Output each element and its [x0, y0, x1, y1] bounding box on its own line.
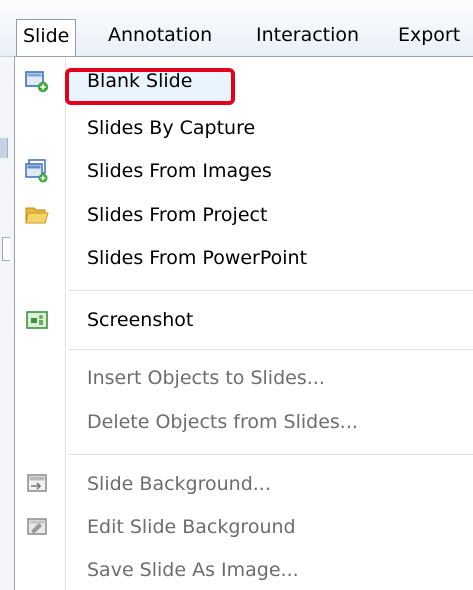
menu-item-blank-slide[interactable]: Blank Slide: [15, 62, 473, 105]
menu-item-label: Slides From PowerPoint: [87, 247, 308, 269]
menu-item-screenshot[interactable]: Screenshot: [15, 301, 473, 341]
background-window-edge: [0, 57, 14, 590]
menu-annotation[interactable]: Annotation: [108, 19, 212, 53]
images-icon: [25, 159, 49, 183]
background-control: [2, 237, 10, 261]
menu-item-label: Save Slide As Image...: [87, 559, 299, 581]
menu-item-save-slide-as-image: Save Slide As Image...: [15, 551, 473, 590]
menu-item-slides-by-capture[interactable]: Slides By Capture: [15, 109, 473, 149]
menu-item-label: Delete Objects from Slides...: [87, 411, 358, 433]
menu-item-label: Insert Objects to Slides...: [87, 367, 325, 389]
menu-item-label: Blank Slide: [87, 70, 193, 92]
screenshot-icon: [25, 308, 49, 332]
menu-item-slides-from-project[interactable]: Slides From Project: [15, 196, 473, 236]
background-control: [0, 138, 8, 158]
menu-item-slides-from-images[interactable]: Slides From Images: [15, 152, 473, 192]
menu-item-delete-objects: Delete Objects from Slides...: [15, 403, 473, 443]
menu-item-label: Slide Background...: [87, 473, 271, 495]
menu-separator: [69, 349, 473, 350]
menu-item-slides-from-powerpoint[interactable]: Slides From PowerPoint: [15, 239, 473, 279]
menu-bar: Slide Annotation Interaction Export: [0, 0, 473, 57]
menu-export[interactable]: Export: [398, 19, 460, 53]
slide-dropdown-menu: Blank Slide Slides By Capture Slides Fro…: [14, 56, 473, 590]
folder-icon: [25, 203, 49, 227]
menu-item-label: Slides From Project: [87, 204, 268, 226]
slide-background-icon: [25, 472, 49, 496]
menu-item-label: Slides From Images: [87, 160, 272, 182]
menu-slide[interactable]: Slide: [16, 19, 77, 57]
menu-item-label: Edit Slide Background: [87, 516, 296, 538]
menu-item-label: Screenshot: [87, 309, 194, 331]
menu-separator: [69, 290, 473, 291]
menu-separator: [69, 454, 473, 455]
app-window: Slide Annotation Interaction Export Blan…: [0, 0, 473, 590]
blank-slide-icon: [25, 69, 49, 93]
menu-item-label: Slides By Capture: [87, 117, 256, 139]
menu-item-edit-slide-background: Edit Slide Background: [15, 508, 473, 548]
menu-item-slide-background: Slide Background...: [15, 465, 473, 505]
menu-interaction[interactable]: Interaction: [256, 19, 359, 53]
menu-item-insert-objects: Insert Objects to Slides...: [15, 359, 473, 399]
edit-background-icon: [25, 515, 49, 539]
